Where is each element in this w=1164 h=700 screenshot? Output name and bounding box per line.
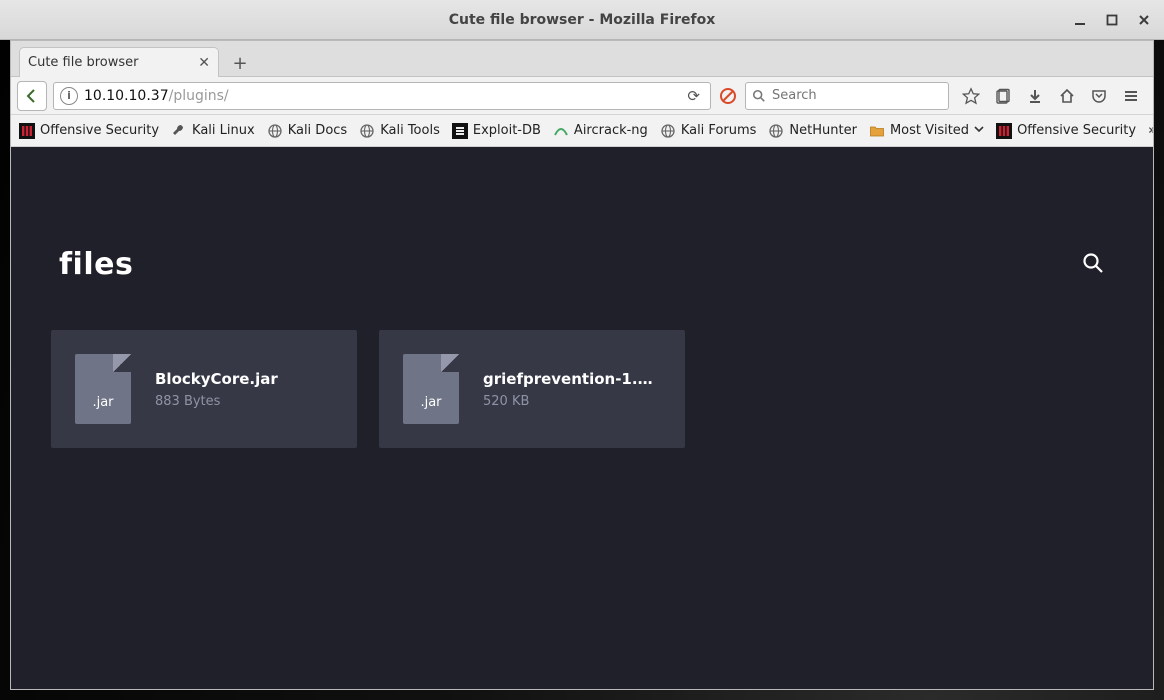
page-title: files xyxy=(59,247,133,282)
pocket-icon[interactable] xyxy=(1089,86,1109,106)
bookmark-star-icon[interactable] xyxy=(961,86,981,106)
kali-icon xyxy=(996,123,1012,139)
file-card[interactable]: .jar griefprevention-1.1… 520 KB xyxy=(379,330,685,448)
globe-icon xyxy=(660,123,676,139)
file-extension: .jar xyxy=(75,395,131,410)
bookmark-item[interactable]: Kali Linux xyxy=(171,123,255,139)
file-icon: .jar xyxy=(403,354,459,424)
bookmark-item[interactable]: Kali Tools xyxy=(359,123,440,139)
info-icon[interactable]: i xyxy=(60,87,78,105)
close-button[interactable] xyxy=(1130,8,1158,32)
page-content: files .jar BlockyCore.jar 883 Bytes .jar gri… xyxy=(11,147,1153,689)
bookmark-label: Most Visited xyxy=(890,123,969,138)
bookmark-label: NetHunter xyxy=(789,123,857,138)
bookmark-label: Kali Docs xyxy=(288,123,348,138)
new-tab-button[interactable]: + xyxy=(225,50,255,76)
bookmark-item[interactable]: Aircrack-ng xyxy=(553,123,648,139)
home-icon[interactable] xyxy=(1057,86,1077,106)
bookmark-label: Kali Forums xyxy=(681,123,757,138)
browser-tab[interactable]: Cute file browser ✕ xyxy=(19,47,219,77)
file-extension: .jar xyxy=(403,395,459,410)
url-display: 10.10.10.37/plugins/ xyxy=(84,88,677,104)
bookmarks-overflow-icon[interactable]: » xyxy=(1148,123,1153,138)
bookmark-item[interactable]: Kali Forums xyxy=(660,123,757,139)
back-button[interactable] xyxy=(17,81,47,111)
bookmark-item[interactable]: Exploit-DB xyxy=(452,123,541,139)
file-name: BlockyCore.jar xyxy=(155,370,333,388)
search-box[interactable] xyxy=(745,82,949,110)
file-size: 883 Bytes xyxy=(155,394,333,409)
tab-strip: Cute file browser ✕ + xyxy=(11,41,1153,77)
url-bar[interactable]: i 10.10.10.37/plugins/ ⟳ xyxy=(53,82,711,110)
blocked-content-icon[interactable] xyxy=(717,85,739,107)
bookmark-item[interactable]: Offensive Security xyxy=(996,123,1136,139)
minimize-button[interactable] xyxy=(1066,8,1094,32)
file-name: griefprevention-1.1… xyxy=(483,370,661,388)
close-tab-icon[interactable]: ✕ xyxy=(198,56,210,70)
browser-window: Cute file browser ✕ + i 10.10.10.37/plug… xyxy=(10,40,1154,690)
maximize-button[interactable] xyxy=(1098,8,1126,32)
bookmark-label: Offensive Security xyxy=(1017,123,1136,138)
kali-icon xyxy=(19,123,35,139)
downloads-icon[interactable] xyxy=(1025,86,1045,106)
globe-icon xyxy=(359,123,375,139)
reload-button[interactable]: ⟳ xyxy=(683,87,704,105)
db-icon xyxy=(452,123,468,139)
file-meta: BlockyCore.jar 883 Bytes xyxy=(155,370,333,409)
file-card[interactable]: .jar BlockyCore.jar 883 Bytes xyxy=(51,330,357,448)
bookmark-item[interactable]: Offensive Security xyxy=(19,123,159,139)
bookmarks-bar: Offensive Security Kali Linux Kali Docs Kal… xyxy=(11,115,1153,147)
bookmark-label: Aircrack-ng xyxy=(574,123,648,138)
os-titlebar: Cute file browser - Mozilla Firefox xyxy=(0,0,1164,40)
bookmark-label: Kali Linux xyxy=(192,123,255,138)
bookmark-label: Kali Tools xyxy=(380,123,440,138)
file-meta: griefprevention-1.1… 520 KB xyxy=(483,370,661,409)
file-icon: .jar xyxy=(75,354,131,424)
bookmark-item[interactable]: Kali Docs xyxy=(267,123,348,139)
library-icon[interactable] xyxy=(993,86,1013,106)
file-grid: .jar BlockyCore.jar 883 Bytes .jar griefprev… xyxy=(11,312,1153,466)
air-icon xyxy=(553,123,569,139)
globe-icon xyxy=(267,123,283,139)
globe-icon xyxy=(768,123,784,139)
page-search-icon[interactable] xyxy=(1081,251,1105,279)
file-size: 520 KB xyxy=(483,394,661,409)
bookmark-label: Offensive Security xyxy=(40,123,159,138)
tab-title: Cute file browser xyxy=(28,55,190,70)
wrench-icon xyxy=(171,123,187,139)
search-icon xyxy=(752,89,766,103)
folder-icon xyxy=(869,123,885,139)
chevron-down-icon xyxy=(974,123,984,138)
search-input[interactable] xyxy=(772,88,942,103)
menu-icon[interactable] xyxy=(1121,86,1141,106)
bookmark-item[interactable]: NetHunter xyxy=(768,123,857,139)
url-path: /plugins/ xyxy=(169,88,229,104)
url-host: 10.10.10.37 xyxy=(84,88,169,104)
window-title: Cute file browser - Mozilla Firefox xyxy=(0,12,1164,28)
nav-toolbar: i 10.10.10.37/plugins/ ⟳ xyxy=(11,77,1153,115)
bookmark-label: Exploit-DB xyxy=(473,123,541,138)
bookmark-item[interactable]: Most Visited xyxy=(869,123,984,139)
